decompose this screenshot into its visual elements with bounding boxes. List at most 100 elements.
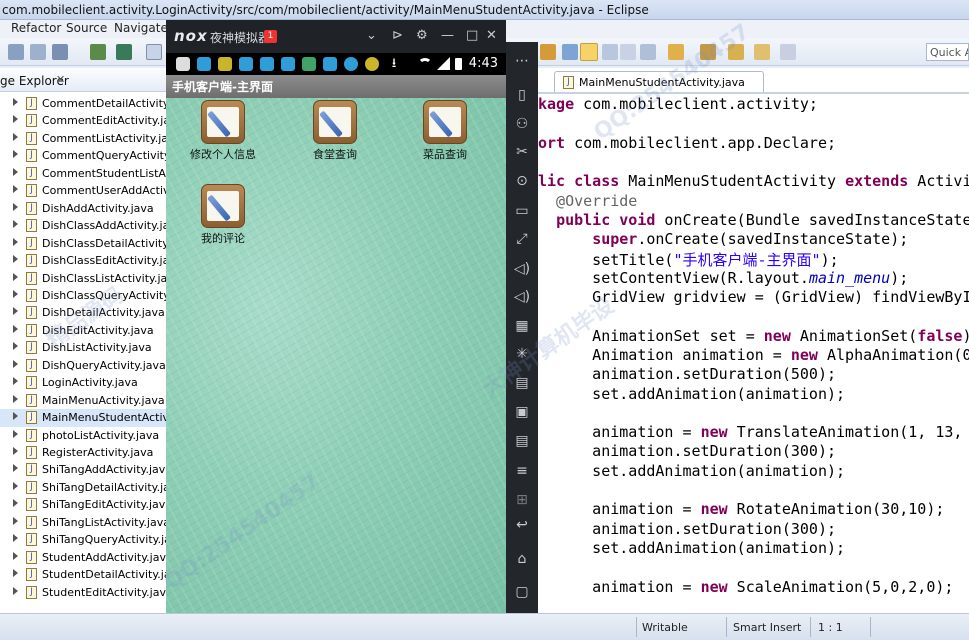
robot-icon[interactable]: ⚇: [513, 115, 531, 133]
chevron-right-icon[interactable]: [13, 255, 18, 264]
file-tree-item[interactable]: J DishEditActivity.java: [0, 322, 167, 339]
chevron-right-icon[interactable]: [13, 185, 18, 194]
chevron-right-icon[interactable]: [13, 377, 18, 386]
menu-icon[interactable]: ≡: [513, 462, 531, 480]
record-icon[interactable]: ▣: [513, 403, 531, 421]
file-tree-item[interactable]: J CommentStudentListActivity.java: [0, 165, 167, 182]
file-tree-item[interactable]: J StudentDetailActivity.java: [0, 566, 167, 583]
package-explorer-tab[interactable]: ge Explorer ✕: [0, 68, 167, 92]
chevron-right-icon[interactable]: [13, 534, 18, 543]
forward-icon[interactable]: [780, 44, 796, 60]
whitespace-icon[interactable]: [620, 44, 636, 60]
minimize-icon[interactable]: —: [441, 28, 454, 43]
file-tree-item[interactable]: J DishClassListActivity.java: [0, 270, 167, 287]
chevron-right-icon[interactable]: [13, 150, 18, 159]
code-editor[interactable]: J MainMenuStudentActivity.java kage com.…: [538, 68, 969, 613]
chevron-right-icon[interactable]: [13, 429, 18, 438]
file-tree-item[interactable]: J MainMenuActivity.java: [0, 392, 167, 409]
chevron-right-icon[interactable]: [13, 359, 18, 368]
fullscreen-icon[interactable]: ⤢: [513, 230, 531, 248]
chevron-right-icon[interactable]: [13, 412, 18, 421]
menu-my-comments[interactable]: 我的评论: [183, 184, 263, 256]
home-icon[interactable]: ⌂: [513, 550, 531, 568]
chevron-right-icon[interactable]: [13, 324, 18, 333]
chevron-right-icon[interactable]: [13, 289, 18, 298]
file-tree-item[interactable]: JphotoListActivity.java: [0, 427, 167, 444]
chevron-right-icon[interactable]: [13, 447, 18, 455]
file-tree-item[interactable]: J DishClassAddActivity.java: [0, 217, 167, 234]
android-sdk-icon[interactable]: [90, 44, 106, 60]
file-tree-item[interactable]: J ShiTangListActivity.java: [0, 514, 167, 531]
chevron-right-icon[interactable]: [13, 132, 18, 141]
file-tree-item[interactable]: J MainMenuStudentActivity.java: [0, 409, 167, 427]
file-tree-item[interactable]: J DishClassEditActivity.java: [0, 252, 167, 269]
phone-icon[interactable]: ▯: [513, 86, 531, 104]
run-icon[interactable]: [540, 44, 556, 60]
chevron-right-icon[interactable]: [13, 307, 18, 316]
file-tree-item[interactable]: J DishAddActivity.java: [0, 200, 167, 217]
editor-tab[interactable]: J MainMenuStudentActivity.java: [554, 71, 764, 93]
file-tree-item[interactable]: J CommentListActivity.java: [0, 130, 167, 147]
chevron-down-icon[interactable]: ⌄: [366, 28, 377, 43]
keyboard-icon[interactable]: ▤: [513, 374, 531, 392]
expand-icon[interactable]: ⊞: [513, 491, 531, 509]
file-tree-item[interactable]: J CommentDetailActivity.java: [0, 95, 167, 112]
menu-edit-profile[interactable]: 修改个人信息: [183, 100, 263, 172]
menu-source[interactable]: Source: [66, 21, 107, 35]
location-icon[interactable]: ⊙: [513, 172, 531, 190]
file-tree-item[interactable]: J StudentAddActivity.java: [0, 549, 167, 566]
chevron-right-icon[interactable]: [13, 115, 18, 124]
checkbox-icon[interactable]: [146, 44, 162, 60]
file-tree-item[interactable]: J ShiTangAddActivity.java: [0, 461, 167, 478]
file-tree-item[interactable]: J ShiTangEditActivity.java: [0, 496, 167, 513]
file-tree-item[interactable]: J CommentEditActivity.java: [0, 112, 167, 129]
avd-manager-icon[interactable]: [116, 44, 132, 60]
menu-dish-query[interactable]: 菜品查询: [405, 100, 485, 172]
recent-apps-icon[interactable]: ▢: [513, 583, 531, 601]
multi-instance-icon[interactable]: ▤: [513, 432, 531, 450]
new-icon[interactable]: [8, 44, 24, 60]
chevron-right-icon[interactable]: [13, 167, 18, 176]
chevron-right-icon[interactable]: [13, 464, 18, 473]
close-icon[interactable]: ✕: [56, 73, 65, 86]
save-icon[interactable]: [30, 44, 46, 60]
file-tree-item[interactable]: J ShiTangDetailActivity.java: [0, 479, 167, 496]
file-tree-item[interactable]: J StudentEditActivity.java: [0, 584, 167, 601]
file-tree-item[interactable]: J DishListActivity.java: [0, 339, 167, 356]
menu-navigate[interactable]: Navigate: [114, 21, 168, 35]
file-tree-item[interactable]: J ShiTangQueryActivity.java: [0, 531, 167, 548]
chevron-right-icon[interactable]: [13, 98, 18, 106]
prev-annotation-icon[interactable]: [700, 44, 716, 60]
screen-icon[interactable]: ▭: [513, 202, 531, 220]
chevron-right-icon[interactable]: [13, 202, 18, 211]
pin-icon[interactable]: ⊳: [392, 28, 403, 43]
volume-up-icon[interactable]: ◁): [513, 260, 531, 278]
chevron-right-icon[interactable]: [13, 220, 18, 229]
chevron-right-icon[interactable]: [13, 237, 18, 246]
file-tree-item[interactable]: J LoginActivity.java: [0, 374, 167, 391]
chevron-right-icon[interactable]: [13, 586, 18, 595]
chevron-right-icon[interactable]: [13, 272, 18, 281]
maximize-icon[interactable]: □: [466, 28, 478, 43]
search-icon[interactable]: [562, 44, 578, 60]
back-icon[interactable]: [754, 44, 770, 60]
menu-canteen-query[interactable]: 食堂查询: [295, 100, 375, 172]
chevron-right-icon[interactable]: [13, 551, 18, 560]
menu-refactor[interactable]: Refactor: [11, 21, 61, 35]
file-tree-item[interactable]: J DishClassQueryActivity.java: [0, 287, 167, 304]
file-tree-item[interactable]: J CommentQueryActivity.java: [0, 147, 167, 164]
mark-occurrences-icon[interactable]: [580, 43, 598, 61]
chevron-right-icon[interactable]: [13, 342, 18, 351]
chevron-right-icon[interactable]: [13, 481, 18, 490]
apk-install-icon[interactable]: ▦: [513, 317, 531, 335]
volume-down-icon[interactable]: ◁): [513, 288, 531, 306]
chevron-right-icon[interactable]: [13, 394, 18, 403]
quick-access-input[interactable]: Quick A: [926, 43, 969, 61]
pilcrow-icon[interactable]: [640, 44, 656, 60]
next-annotation-icon[interactable]: [668, 44, 684, 60]
close-icon[interactable]: ✕: [486, 28, 497, 43]
back-icon[interactable]: ↩: [513, 516, 531, 534]
file-tree-item[interactable]: J DishDetailActivity.java: [0, 304, 167, 321]
loading-icon[interactable]: ✳: [513, 345, 531, 363]
more-icon[interactable]: ⋯: [513, 52, 531, 70]
